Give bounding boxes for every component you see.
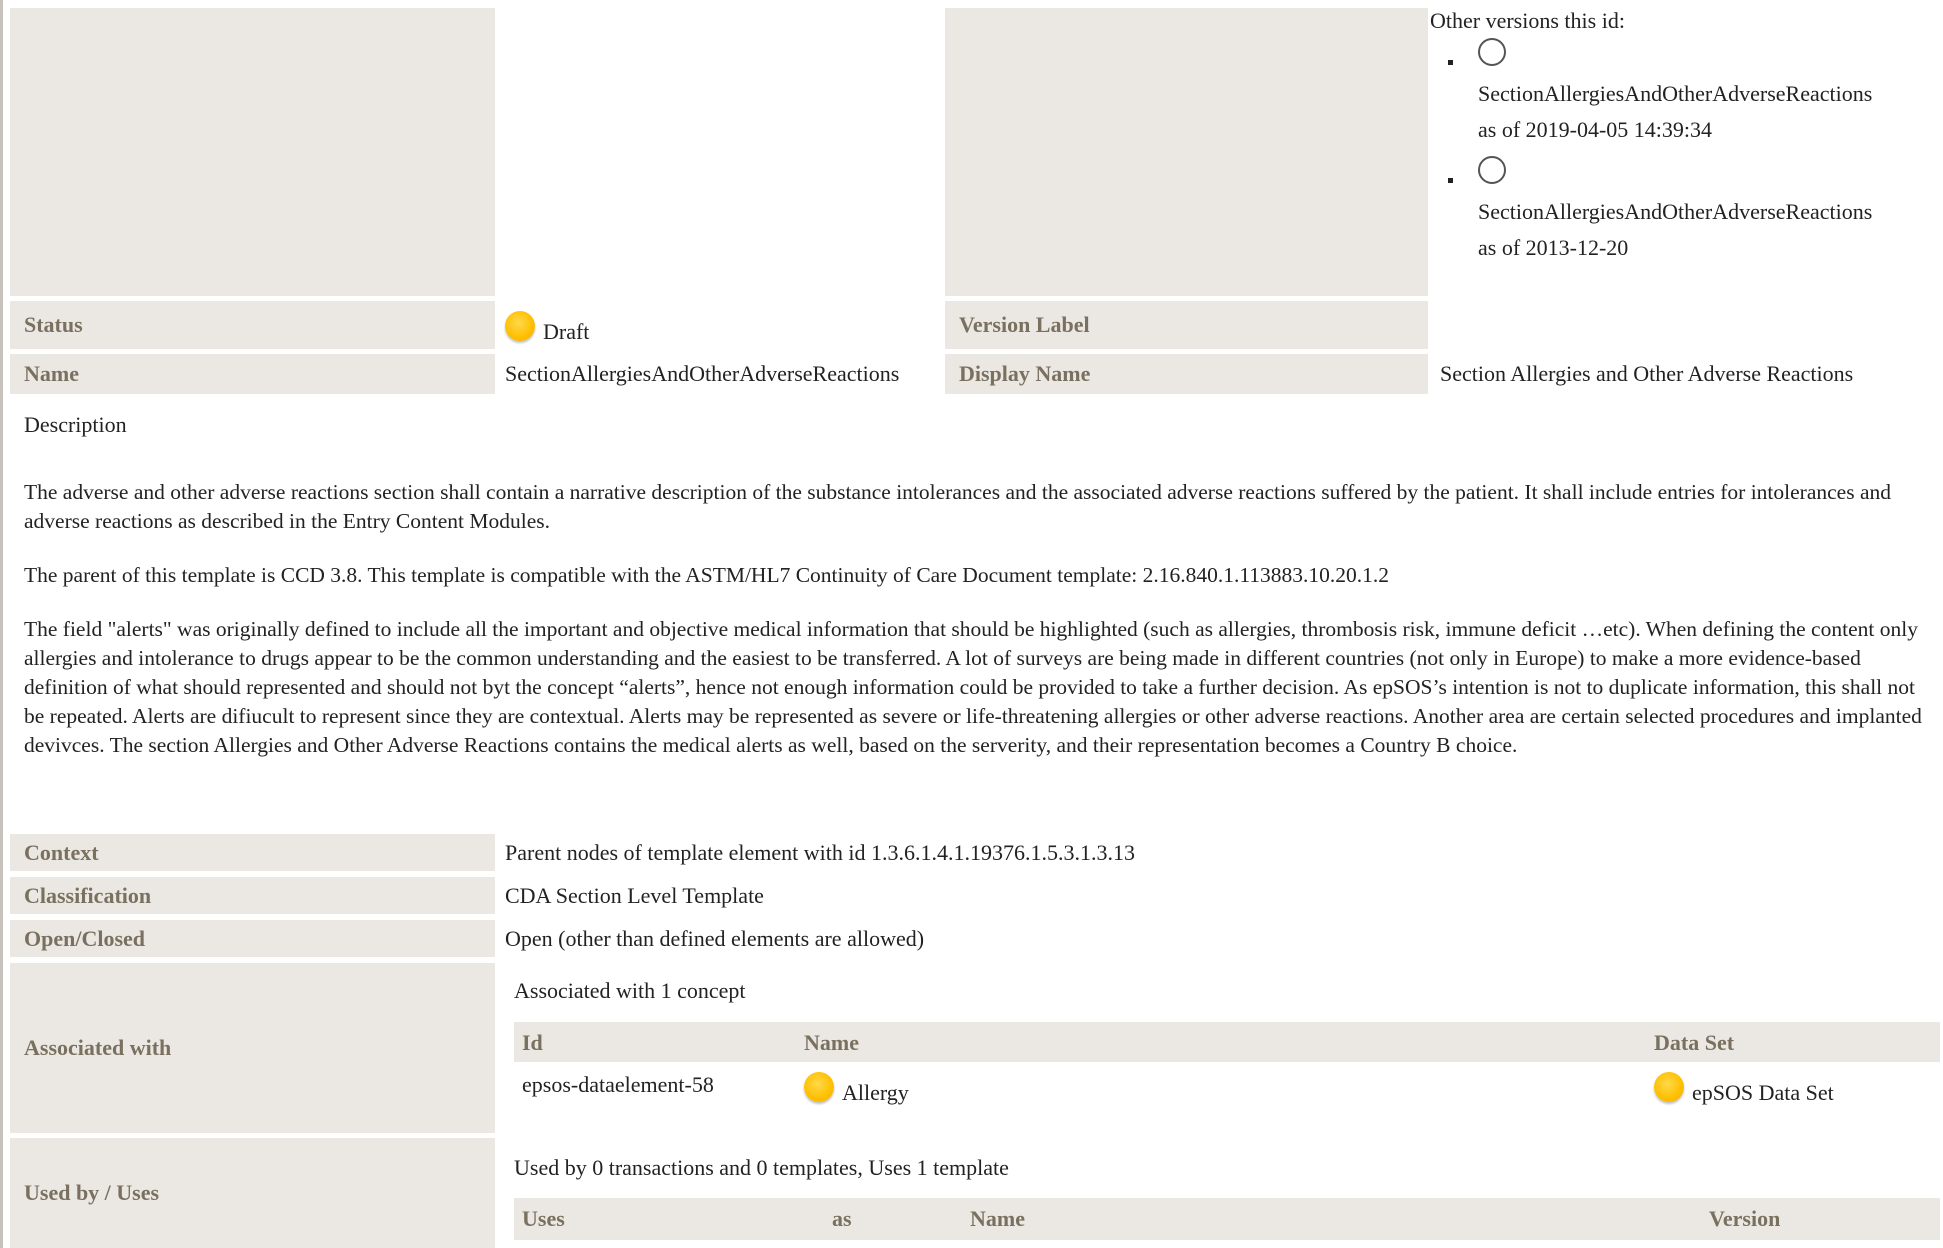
other-versions: Other versions this id: SectionAllergies… [1430, 8, 1940, 274]
associated-table-row: epsos-dataelement-58 Allergy epSOS Data … [514, 1066, 1940, 1126]
uses-table-header: Uses as Name Version [514, 1198, 1940, 1240]
dataset-name[interactable]: epSOS Data Set [1692, 1080, 1834, 1106]
description-paragraph: The adverse and other adverse reactions … [24, 480, 1891, 533]
display-name-value: Section Allergies and Other Adverse Reac… [1440, 361, 1854, 386]
status-text: Draft [543, 319, 590, 344]
header-version: Version [1709, 1206, 1781, 1231]
dataset-status-icon [1654, 1072, 1684, 1102]
left-border [0, 0, 3, 1248]
description-paragraph: The field "alerts" was originally define… [24, 617, 1922, 757]
description-label: Description [24, 412, 127, 437]
header-dataset: Data Set [1654, 1030, 1735, 1055]
header-as: as [832, 1206, 852, 1231]
version-label-value [1430, 301, 1940, 349]
used-by-label: Used by / Uses [10, 1138, 495, 1248]
name-label: Name [10, 354, 495, 394]
other-versions-list: SectionAllergiesAndOtherAdverseReactions… [1430, 38, 1940, 266]
version-radio-button[interactable] [1478, 156, 1506, 184]
status-draft-icon [505, 311, 535, 341]
concept-status-icon [804, 1072, 834, 1102]
concept-name[interactable]: Allergy [842, 1080, 909, 1106]
concept-name-cell: Allergy [804, 1072, 909, 1106]
version-label-label: Version Label [945, 301, 1428, 349]
header-block-left [10, 8, 495, 296]
description-text: The adverse and other adverse reactions … [24, 478, 1924, 785]
open-closed-value: Open (other than defined elements are al… [505, 925, 925, 951]
status-label: Status [10, 301, 495, 349]
header-id: Id [522, 1030, 543, 1055]
version-item-name[interactable]: SectionAllergiesAndOtherAdverseReactions [1478, 76, 1940, 112]
other-versions-title: Other versions this id: [1430, 8, 1625, 33]
display-name-label: Display Name [945, 354, 1428, 394]
used-by-summary: Used by 0 transactions and 0 templates, … [514, 1155, 1009, 1180]
associated-table-header: Id Name Data Set [514, 1022, 1940, 1062]
classification-label: Classification [10, 877, 495, 914]
status-value: Draft [495, 301, 945, 349]
description-paragraph: The parent of this template is CCD 3.8. … [24, 563, 1390, 587]
header-block-right [945, 8, 1428, 296]
header-name: Name [970, 1206, 1025, 1231]
version-item: SectionAllergiesAndOtherAdverseReactions… [1430, 38, 1940, 148]
dataset-cell: epSOS Data Set [1654, 1072, 1834, 1106]
associated-label: Associated with [10, 963, 495, 1133]
concept-id[interactable]: epsos-dataelement-58 [522, 1072, 714, 1098]
header-name: Name [804, 1030, 859, 1055]
open-closed-label: Open/Closed [10, 920, 495, 957]
version-radio-button[interactable] [1478, 38, 1506, 66]
name-value: SectionAllergiesAndOtherAdverseReactions [505, 361, 900, 386]
version-item-date: as of 2013-12-20 [1478, 235, 1629, 260]
header-uses: Uses [522, 1206, 565, 1231]
version-item-date: as of 2019-04-05 14:39:34 [1478, 117, 1713, 142]
version-item: SectionAllergiesAndOtherAdverseReactions… [1430, 156, 1940, 266]
classification-value: CDA Section Level Template [505, 882, 764, 908]
associated-summary: Associated with 1 concept [514, 978, 746, 1003]
context-value: Parent nodes of template element with id… [505, 839, 1135, 865]
context-label: Context [10, 834, 495, 871]
version-item-name[interactable]: SectionAllergiesAndOtherAdverseReactions [1478, 194, 1940, 230]
